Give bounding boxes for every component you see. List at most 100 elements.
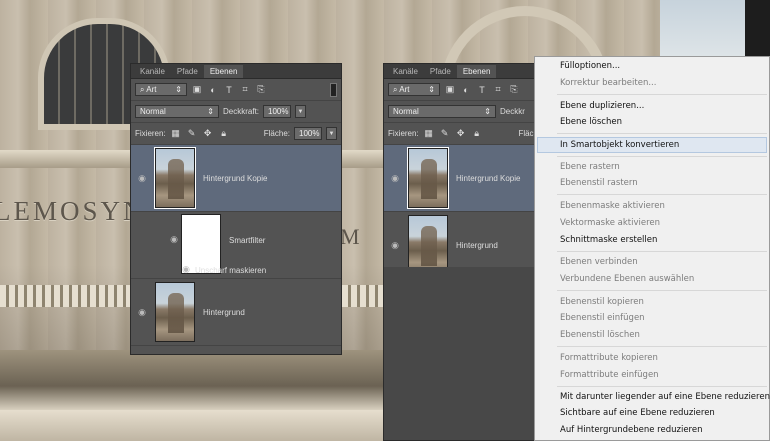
menu-item-convert-smart-object[interactable]: In Smartobjekt konvertieren [560,140,679,150]
lock-all-icon[interactable]: 🔒︎ [471,128,483,140]
layer-thumbnail [408,215,448,275]
smartobject-filter-icon[interactable]: ⎘ [508,84,520,96]
menu-item-enable-vector-mask[interactable]: Vektormaske aktivieren [560,218,660,228]
menu-separator [557,94,767,95]
layer-context-menu: Fülloptionen... Korrektur bearbeiten... … [534,56,770,441]
opacity-label: Deckkr [500,107,525,116]
opacity-input[interactable]: 100% [263,105,292,118]
menu-item-enable-layer-mask[interactable]: Ebenenmaske aktivieren [560,201,665,211]
menu-item-rasterize-style[interactable]: Ebenenstil rastern [560,178,638,188]
blend-row: Normal ⇕ Deckkr [384,101,542,123]
filter-eye-icon[interactable]: ◉ [181,265,191,274]
menu-item-copy-style[interactable]: Ebenenstil kopieren [560,297,644,307]
menu-separator [557,251,767,252]
adjustment-filter-icon[interactable]: ◐ [460,84,472,96]
search-icon: ⌕ [140,85,145,94]
filter-kind-select[interactable]: ⌕ Art ⇕ [388,83,440,96]
tab-layers[interactable]: Ebenen [203,65,244,78]
menu-item-rasterize-layer[interactable]: Ebene rastern [560,162,620,172]
layer-row-background[interactable]: ◉ Hintergrund [131,279,341,346]
menu-separator [557,346,767,347]
filter-toggle-switch[interactable] [330,82,337,97]
menu-item-blending-options[interactable]: Fülloptionen... [560,61,620,71]
filter-item-label: Unscharf maskieren [195,266,267,275]
panel-tabs: Kanäle Pfade Ebenen [131,64,341,79]
eye-icon[interactable]: ◉ [137,174,147,183]
opacity-value: 100% [268,107,289,116]
lock-all-icon[interactable]: 🔒︎ [218,128,230,140]
filter-row: ⌕ Art ⇕ ▣ ◐ T ⌗ ⎘ [384,79,542,101]
menu-item-create-clipping-mask[interactable]: Schnittmaske erstellen [560,235,657,245]
filter-kind-label: Art [146,85,157,94]
menu-item-link-layers[interactable]: Ebenen verbinden [560,257,638,267]
smartobject-filter-icon[interactable]: ⎘ [255,84,267,96]
updown-icon: ⇕ [175,85,182,94]
menu-item-duplicate-layer[interactable]: Ebene duplizieren... [560,101,644,111]
inscription-text-right: M [340,224,362,249]
fill-dropdown-button[interactable]: ▼ [326,127,337,140]
layer-row-copy[interactable]: ◉ Hintergrund Kopie [384,145,542,212]
layer-thumbnail [154,147,196,209]
layer-thumbnail [155,282,195,342]
lock-transparency-icon[interactable]: ▦ [423,128,435,140]
layers-panel-right: Kanäle Pfade Ebenen ⌕ Art ⇕ ▣ ◐ T ⌗ ⎘ Nor… [383,63,543,441]
layer-name: Hintergrund [456,241,498,250]
menu-item-select-linked[interactable]: Verbundene Ebenen auswählen [560,274,694,284]
menu-item-delete-layer[interactable]: Ebene löschen [560,117,622,127]
fill-value: 100% [299,129,320,138]
lock-brush-icon[interactable]: ✎ [186,128,198,140]
lock-row: Fixieren: ▦ ✎ ✥ 🔒︎ Fläch [384,123,542,145]
tab-paths[interactable]: Pfade [171,65,204,78]
lock-label: Fixieren: [135,129,166,138]
pixel-filter-icon[interactable]: ▣ [444,84,456,96]
tab-channels[interactable]: Kanäle [134,65,171,78]
menu-separator [557,156,767,157]
eye-icon[interactable]: ◉ [390,174,400,183]
smartfilter-row[interactable]: ◉ Smartfilter ◉ Unscharf maskieren [131,212,341,279]
smartfilter-label: Smartfilter [229,236,266,245]
type-filter-icon[interactable]: T [476,84,488,96]
shape-filter-icon[interactable]: ⌗ [239,84,251,96]
opacity-dropdown-button[interactable]: ▼ [295,105,307,118]
layers-panel-left: Kanäle Pfade Ebenen ⌕ Art ⇕ ▣ ◐ T ⌗ ⎘ Nor… [130,63,342,355]
shape-filter-icon[interactable]: ⌗ [492,84,504,96]
layer-name: Hintergrund Kopie [203,174,268,183]
lock-transparency-icon[interactable]: ▦ [170,128,182,140]
menu-item-merge-down[interactable]: Mit darunter liegender auf eine Ebene re… [560,392,770,402]
eye-icon[interactable]: ◉ [169,235,179,244]
menu-item-merge-visible[interactable]: Sichtbare auf eine Ebene reduzieren [560,408,715,418]
tab-paths[interactable]: Pfade [424,65,457,78]
lock-label: Fixieren: [388,129,419,138]
menu-item-copy-shape-attr[interactable]: Formattribute kopieren [560,353,658,363]
menu-item-clear-style[interactable]: Ebenenstil löschen [560,330,640,340]
blend-mode-label: Normal [140,107,166,116]
lock-move-icon[interactable]: ✥ [455,128,467,140]
opacity-label: Deckkraft: [223,107,260,116]
menu-separator [557,386,767,387]
fill-label: Fläche: [263,129,290,138]
lock-brush-icon[interactable]: ✎ [439,128,451,140]
fill-input[interactable]: 100% [294,127,322,140]
tab-layers[interactable]: Ebenen [456,65,497,78]
menu-item-paste-style[interactable]: Ebenenstil einfügen [560,313,645,323]
type-filter-icon[interactable]: T [223,84,235,96]
tab-channels[interactable]: Kanäle [387,65,424,78]
updown-icon: ⇕ [207,107,214,116]
blend-mode-select[interactable]: Normal ⇕ [135,105,219,118]
inscription-text: LEMOSYN [0,196,146,226]
empty-layer-area [384,267,542,440]
menu-item-edit-adjustment[interactable]: Korrektur bearbeiten... [560,78,656,88]
eye-icon[interactable]: ◉ [137,308,147,317]
lock-move-icon[interactable]: ✥ [202,128,214,140]
filter-row: ⌕ Art ⇕ ▣ ◐ T ⌗ ⎘ [131,79,341,101]
pixel-filter-icon[interactable]: ▣ [191,84,203,96]
filter-kind-select[interactable]: ⌕ Art ⇕ [135,83,187,96]
menu-item-paste-shape-attr[interactable]: Formattribute einfügen [560,370,659,380]
updown-icon: ⇕ [428,85,435,94]
blend-mode-select[interactable]: Normal ⇕ [388,105,496,118]
adjustment-filter-icon[interactable]: ◐ [207,84,219,96]
layer-row-copy[interactable]: ◉ Hintergrund Kopie [131,145,341,212]
menu-item-flatten-image[interactable]: Auf Hintergrundebene reduzieren [560,425,702,435]
eye-icon[interactable]: ◉ [390,241,400,250]
menu-separator [557,194,767,195]
